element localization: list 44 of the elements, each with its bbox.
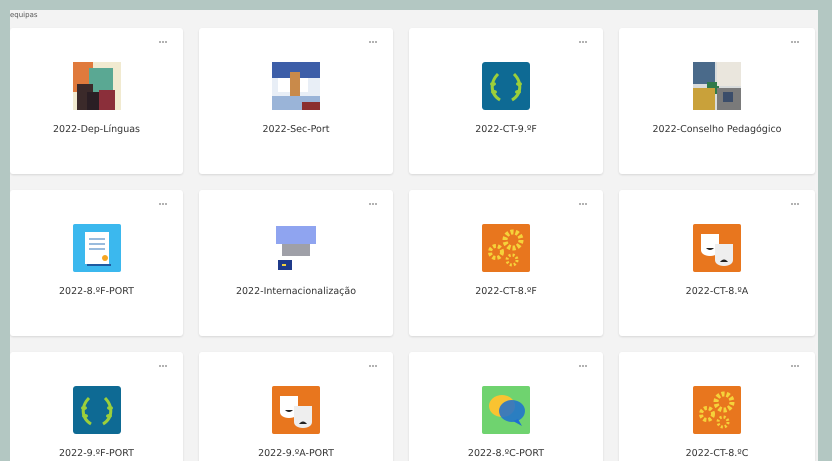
more-options-icon[interactable] [159,41,169,44]
team-name: 2022-CT-8.ºA [686,286,748,298]
more-options-icon[interactable] [791,41,801,44]
gears-icon [693,386,741,434]
team-card[interactable]: 2022-CT-9.ºF [409,28,603,174]
team-name: 2022-Conselho Pedagógico [652,124,782,136]
more-options-icon[interactable] [159,365,169,368]
more-options-icon[interactable] [369,41,379,44]
more-options-icon[interactable] [791,365,801,368]
team-name: 2022-CT-8.ºF [475,286,537,298]
team-name: 2022-CT-8.ºC [686,448,748,460]
more-options-icon[interactable] [579,365,589,368]
team-card[interactable]: 2022-Dep-Línguas [10,28,183,174]
team-card[interactable]: 2022-Conselho Pedagógico [619,28,815,174]
laurel-icon [482,62,530,110]
gears-icon [482,224,530,272]
laurel-icon [72,386,120,434]
more-options-icon[interactable] [159,203,169,206]
more-options-icon[interactable] [579,203,589,206]
team-card[interactable]: 2022-9.ºF-PORT [10,352,183,461]
team-name: 2022-Dep-Línguas [53,124,140,136]
team-card[interactable]: 2022-8.ºF-PORT [10,190,183,336]
team-card[interactable]: 2022-CT-8.ºF [409,190,603,336]
theater-masks-icon [693,224,741,272]
team-card[interactable]: 2022-Sec-Port [199,28,393,174]
team-card[interactable]: 2022-CT-8.ºC [619,352,815,461]
team-name: 2022-Sec-Port [262,124,330,136]
team-name: 2022-9.ºF-PORT [59,448,134,460]
theater-masks-icon [272,386,320,434]
speech-bubbles-icon [482,386,530,434]
more-options-icon[interactable] [579,41,589,44]
team-name: 2022-8.ºC-PORT [468,448,544,460]
more-options-icon[interactable] [369,365,379,368]
team-card[interactable]: 2022-9.ºA-PORT [199,352,393,461]
team-card[interactable]: 2022-Internacionalização [199,190,393,336]
team-card[interactable]: 2022-8.ºC-PORT [409,352,603,461]
more-options-icon[interactable] [791,203,801,206]
team-name: 2022-9.ºA-PORT [258,448,334,460]
more-options-icon[interactable] [369,203,379,206]
document-icon [72,224,120,272]
team-name: 2022-8.ºF-PORT [59,286,134,298]
team-name: 2022-Internacionalização [236,286,356,298]
team-name: 2022-CT-9.ºF [475,124,537,136]
team-card[interactable]: 2022-CT-8.ºA [619,190,815,336]
